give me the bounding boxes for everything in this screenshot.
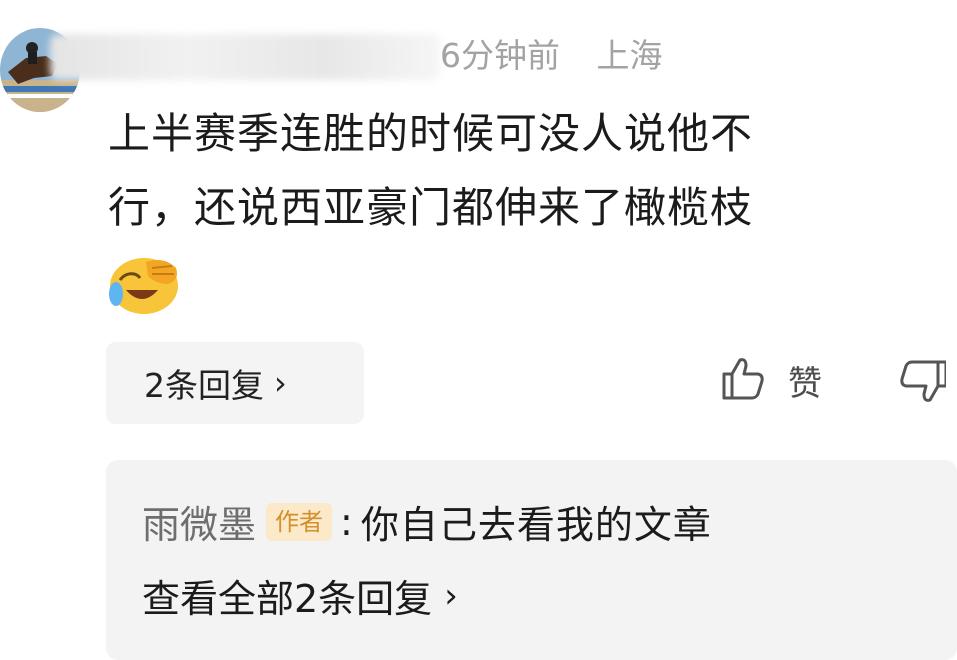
replies-button[interactable]: 2条回复 › [106,342,364,424]
reply-text: 你自己去看我的文章 [360,503,712,547]
dislike-button[interactable] [896,358,948,410]
author-badge: 作者 [266,502,333,541]
comment-text-line1: 上半赛季连胜的时候可没人说他不 [108,109,754,158]
facepalm-laughing-emoji-icon [106,254,182,316]
reply-preview[interactable]: 雨微墨 作者 : 你自己去看我的文章 查看全部2条回复 › [106,460,957,660]
reply-colon: : [340,499,353,544]
reply-author[interactable]: 雨微墨 [142,494,256,549]
comment-location: 上海 [596,36,663,75]
like-label: 赞 [788,363,822,404]
chevron-right-icon: › [444,575,458,616]
reply-item: 雨微墨 作者 : 你自己去看我的文章 [142,494,712,549]
comment-text-line2: 行，还说西亚豪门都伸来了橄榄枝 [108,183,754,232]
thumbs-up-icon [718,354,766,406]
thumbs-down-icon [896,360,948,410]
comment-time: 6分钟前 [440,36,560,75]
comment-meta: 6分钟前 上海 [440,32,663,80]
replies-label: 2条回复 [144,366,264,405]
view-all-replies-link[interactable]: 查看全部2条回复 › [142,568,458,623]
username-blurred [50,34,440,80]
like-button[interactable]: 赞 [718,354,822,406]
chevron-right-icon: › [274,364,287,402]
view-all-replies-label: 查看全部2条回复 [142,577,433,621]
comment-text: 上半赛季连胜的时候可没人说他不 行，还说西亚豪门都伸来了橄榄枝 [108,97,938,245]
